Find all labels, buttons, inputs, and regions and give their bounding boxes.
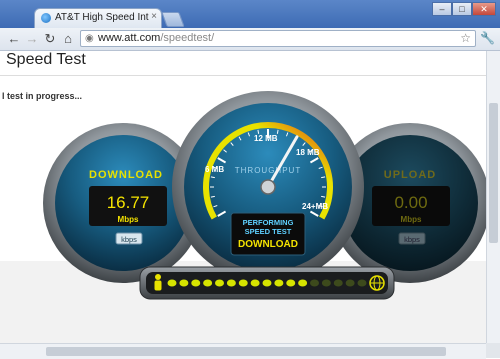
progress-led	[238, 279, 248, 287]
tick-label-24: 24+MB	[302, 202, 328, 211]
throughput-label: THROUGHPUT	[235, 166, 301, 175]
home-icon[interactable]: ⌂	[60, 31, 76, 47]
progress-leds	[167, 279, 367, 287]
progress-led	[167, 279, 177, 287]
progress-led	[333, 279, 343, 287]
progress-led	[250, 279, 260, 287]
download-unit: Mbps	[118, 215, 139, 224]
progress-led	[298, 279, 308, 287]
star-icon[interactable]: ☆	[460, 31, 471, 45]
new-tab-button[interactable]	[161, 12, 185, 27]
reload-icon[interactable]: ↻	[42, 31, 58, 47]
upload-kbps-label: kbps	[404, 235, 420, 244]
scroll-corner	[486, 343, 500, 358]
download-kbps-label: kbps	[121, 235, 137, 244]
download-label: DOWNLOAD	[89, 169, 163, 181]
tick-mark	[321, 195, 326, 198]
vertical-scrollbar[interactable]	[486, 51, 500, 343]
person-icon	[154, 274, 162, 291]
progress-led	[191, 279, 201, 287]
speedtest-gauges: DOWNLOAD 16.77 Mbps kbps UPLOAD 0.00 Mbp…	[0, 91, 486, 343]
close-icon[interactable]: ×	[151, 11, 157, 22]
progress-led	[321, 279, 331, 287]
progress-led	[345, 279, 355, 287]
forward-arrow-icon[interactable]: →	[24, 31, 40, 47]
progress-led	[226, 279, 236, 287]
tick-mark	[210, 195, 215, 198]
upload-unit: Mbps	[401, 215, 422, 224]
back-arrow-icon[interactable]: ←	[6, 31, 22, 47]
tick-mark	[321, 176, 326, 179]
progress-led	[310, 279, 319, 287]
progress-bar	[139, 266, 395, 300]
progress-led	[262, 279, 272, 287]
browser-tab[interactable]: AT&T High Speed Internet ×	[34, 8, 162, 28]
maximize-button[interactable]: □	[452, 2, 472, 16]
horizontal-scroll-thumb[interactable]	[46, 347, 446, 356]
upload-label: UPLOAD	[384, 169, 436, 181]
page-content: Speed Test l test in progress... DOWNLOA…	[0, 51, 486, 343]
status-line-2: SPEED TEST	[245, 227, 292, 236]
wrench-icon[interactable]: 🔧	[480, 31, 495, 45]
tick-label-12: 12 MB	[254, 134, 278, 143]
progress-led	[286, 279, 296, 287]
url-text: www.att.com/speedtest/	[98, 32, 215, 44]
progress-led	[274, 279, 284, 287]
tick-label-6: 6 MB	[205, 165, 224, 174]
att-globe-icon	[41, 13, 51, 23]
progress-led	[215, 279, 224, 287]
throughput-gauge: 6 MB 12 MB 18 MB 24+MB THROUGHPUT PERFOR…	[172, 91, 364, 283]
needle-hub	[260, 179, 276, 195]
browser-toolbar: ← → ↻ ⌂ ◉ www.att.com/speedtest/ ☆ 🔧	[0, 28, 500, 51]
tick-label-18: 18 MB	[296, 148, 320, 157]
status-line-1: PERFORMING	[243, 218, 294, 227]
progress-led	[357, 279, 367, 287]
page-icon: ◉	[85, 33, 94, 44]
close-window-button[interactable]: ✕	[472, 2, 496, 16]
window-titlebar: AT&T High Speed Internet × – □ ✕	[0, 0, 500, 28]
upload-value: 0.00	[394, 193, 427, 212]
download-value: 16.77	[107, 193, 150, 212]
vertical-scroll-thumb[interactable]	[489, 103, 498, 243]
progress-led	[179, 279, 189, 287]
status-line-3: DOWNLOAD	[238, 239, 298, 250]
horizontal-scrollbar[interactable]	[0, 343, 486, 359]
progress-led	[203, 279, 213, 287]
tab-title: AT&T High Speed Internet	[55, 12, 149, 23]
tick-mark	[210, 176, 215, 179]
minimize-button[interactable]: –	[432, 2, 452, 16]
address-bar[interactable]: ◉ www.att.com/speedtest/ ☆	[80, 30, 476, 47]
